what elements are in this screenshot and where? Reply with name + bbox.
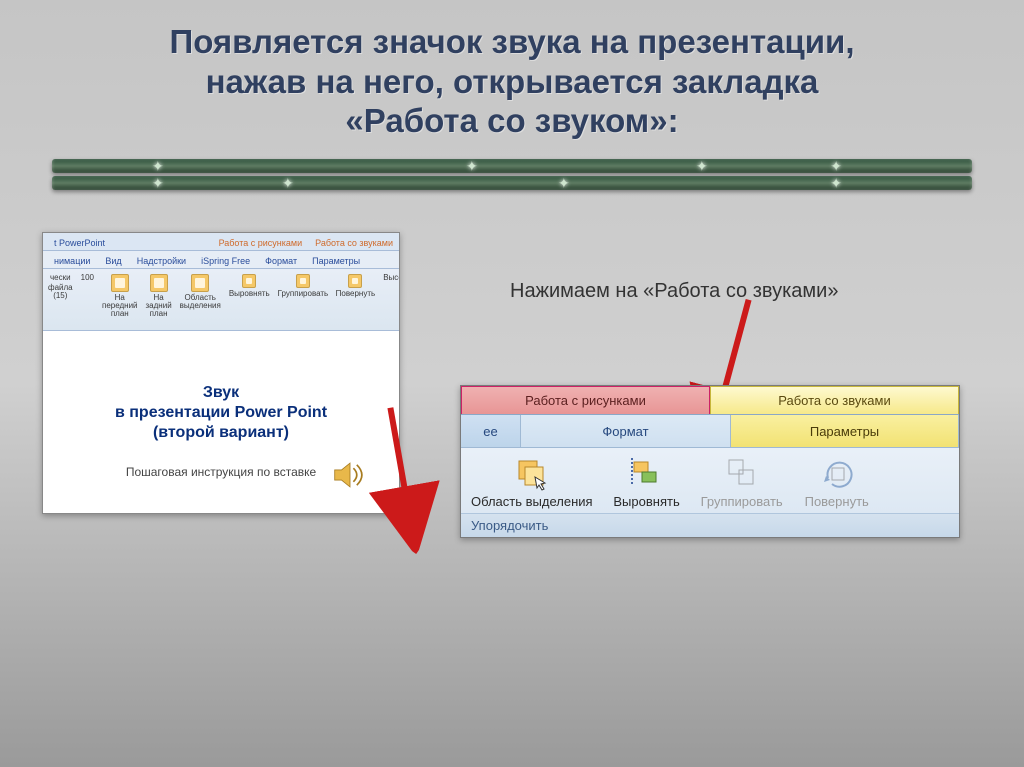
rotate-icon [348, 274, 362, 288]
decorative-divider: ✦✦ ✦✦ [52, 159, 972, 190]
rbn-selpane[interactable]: Область выделения [177, 273, 224, 311]
inner-slide-title: Звук в презентации Power Point (второй в… [115, 383, 327, 443]
rotate-icon-big [820, 456, 854, 490]
right-screenshot: Работа с рисунками Работа со звуками ее … [460, 385, 960, 538]
tab-view[interactable]: Вид [98, 253, 128, 268]
context-tab-sounds[interactable]: Работа со звуками [309, 236, 399, 250]
tab-format[interactable]: Формат [258, 253, 304, 268]
inner-slide-subtitle: Пошаговая инструкция по вставке [126, 465, 316, 479]
send-back-icon [150, 274, 168, 292]
context-tab-pictures-big[interactable]: Работа с рисунками [461, 386, 710, 414]
btn-rotate: Повернуть [793, 454, 881, 511]
ribbon-subtabs: нимации Вид Надстройки iSpring Free Форм… [43, 251, 399, 269]
rbn-rotate[interactable]: Повернуть [333, 273, 379, 299]
slide-title: Появляется значок звука на презентации, … [0, 0, 1024, 141]
tab-format-big[interactable]: Формат [521, 415, 731, 448]
btn-align[interactable]: Выровнять [603, 454, 691, 511]
ribbon-group-label: Упорядочить [461, 513, 959, 537]
selection-pane-icon [191, 274, 209, 292]
rbn-val[interactable]: 100 [78, 273, 97, 283]
tab-options[interactable]: Параметры [305, 253, 367, 268]
tab-addins[interactable]: Надстройки [130, 253, 193, 268]
btn-selection-pane[interactable]: Область выделения [465, 454, 599, 511]
title-line-3: «Работа со звуком»: [40, 101, 984, 141]
tab-frag[interactable]: ее [461, 415, 521, 448]
app-name: t PowerPoint [47, 235, 112, 250]
group-icon-big [725, 456, 759, 490]
align-icon [242, 274, 256, 288]
rbn-group[interactable]: Группировать [275, 273, 331, 299]
tab-animations[interactable]: нимации [47, 253, 97, 268]
bring-front-icon [111, 274, 129, 292]
selection-pane-icon-big [515, 457, 549, 491]
group-icon [296, 274, 310, 288]
tab-options-big[interactable]: Параметры [731, 415, 959, 448]
ribbon-group-arrange: Область выделения Выровнять Группировать… [461, 448, 959, 513]
instruction-caption: Нажимаем на «Работа со звуками» [510, 280, 838, 303]
title-line-2: нажав на него, открывается закладка [40, 62, 984, 102]
rbn-align[interactable]: Выровнять [226, 273, 273, 299]
title-line-1: Появляется значок звука на презентации, [40, 22, 984, 62]
ribbon-tab-row: t PowerPoint Работа с рисунками Работа с… [43, 233, 399, 251]
tab-ispring[interactable]: iSpring Free [194, 253, 257, 268]
ribbon-tab-row-big: ее Формат Параметры [461, 414, 959, 448]
ribbon-body: ческифайла (15) 100 На передний план На … [43, 269, 399, 331]
btn-group: Группировать [695, 454, 789, 511]
align-icon-big [630, 456, 664, 490]
rbn-auto[interactable]: ческифайла (15) [45, 273, 76, 301]
rbn-height[interactable]: Высот [380, 273, 399, 283]
context-tab-row: Работа с рисунками Работа со звуками [461, 386, 959, 414]
context-tab-sounds-big[interactable]: Работа со звуками [710, 386, 959, 414]
context-tab-pictures[interactable]: Работа с рисунками [213, 236, 309, 250]
rbn-back[interactable]: На задний план [143, 273, 175, 319]
rbn-front[interactable]: На передний план [99, 273, 141, 319]
